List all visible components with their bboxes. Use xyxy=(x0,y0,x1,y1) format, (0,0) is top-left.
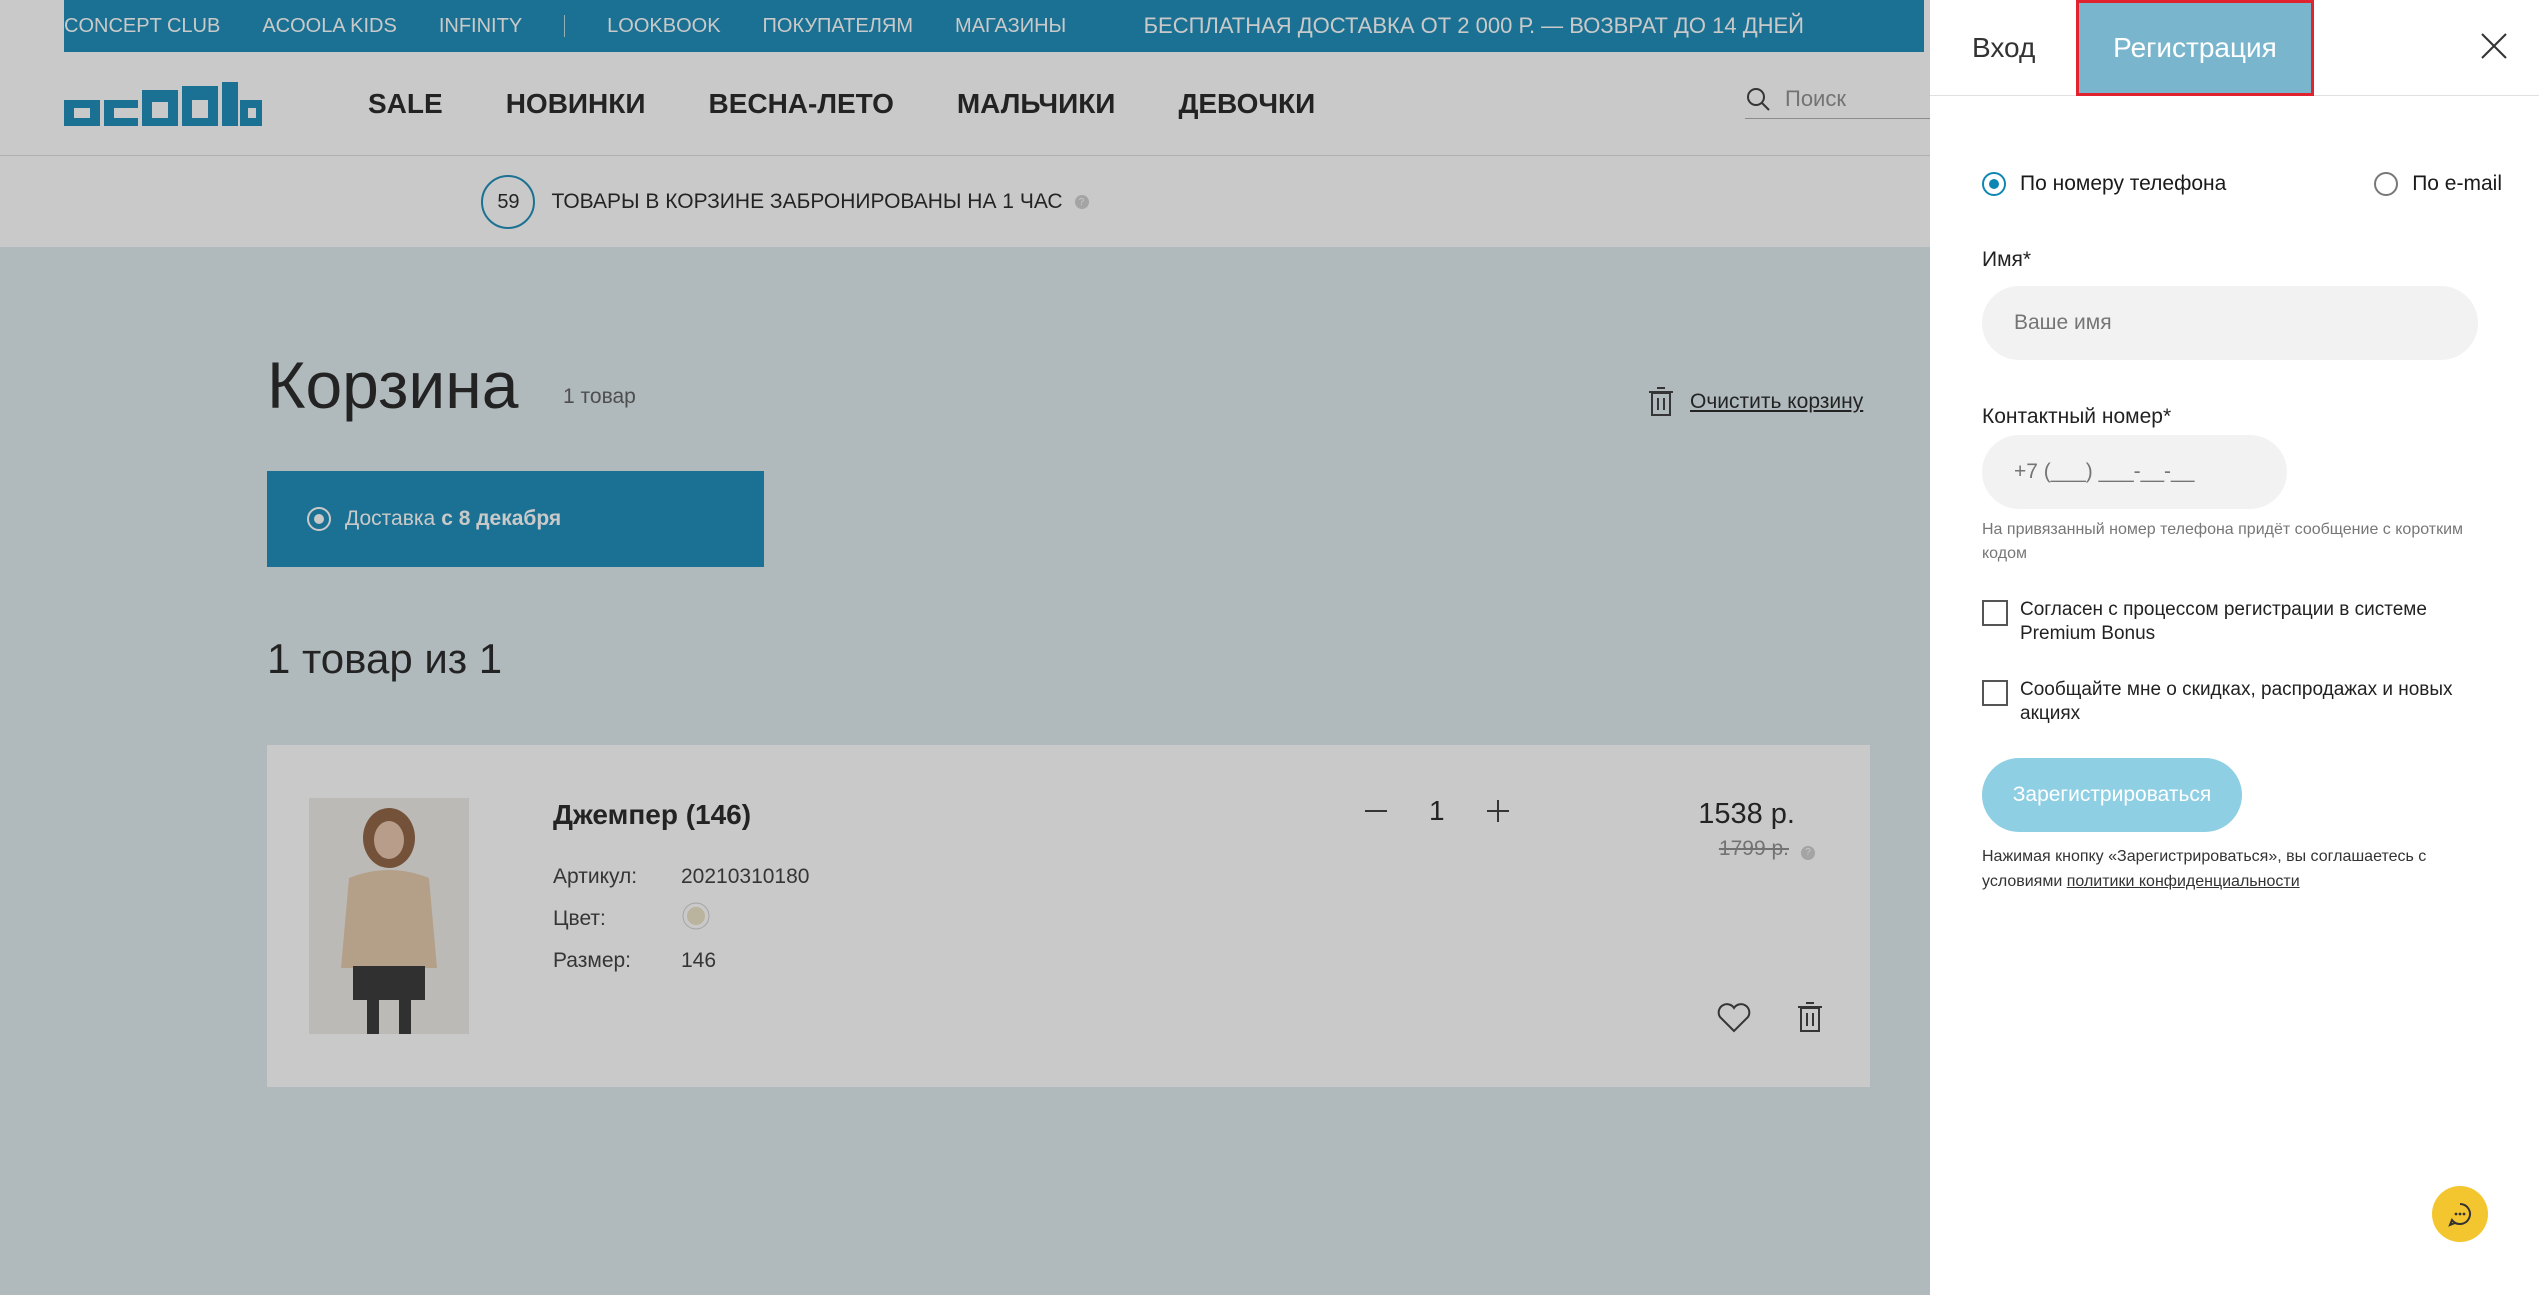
modal-backdrop[interactable] xyxy=(0,0,1930,1295)
premium-bonus-checkbox[interactable] xyxy=(1982,600,2008,626)
terms-text: Нажимая кнопку «Зарегистрироваться», вы … xyxy=(1982,844,2502,894)
premium-bonus-agreement[interactable]: Согласен с процессом регистрации в систе… xyxy=(1982,598,2502,646)
tab-login[interactable]: Вход xyxy=(1972,32,2035,64)
radio-email[interactable]: По e-mail xyxy=(2374,172,2502,196)
radio-email-label: По e-mail xyxy=(2412,172,2502,195)
radio-email-indicator[interactable] xyxy=(2374,172,2399,196)
phone-input[interactable] xyxy=(1982,435,2287,509)
newsletter-label: Сообщайте мне о скидках, распродажах и н… xyxy=(2020,679,2453,724)
register-button[interactable]: Зарегистрироваться xyxy=(1982,758,2242,832)
privacy-policy-link[interactable]: политики конфиденциальности xyxy=(2067,873,2300,890)
auth-panel: Вход Регистрация По номеру телефона По e… xyxy=(1930,0,2539,1295)
radio-phone-indicator[interactable] xyxy=(1982,172,2006,196)
auth-tabs: Вход Регистрация xyxy=(1930,0,2539,96)
radio-phone[interactable]: По номеру телефона xyxy=(1982,172,2226,196)
phone-label: Контактный номер* xyxy=(1982,405,2172,428)
close-icon[interactable] xyxy=(2480,32,2508,60)
premium-bonus-label: Согласен с процессом регистрации в систе… xyxy=(2020,599,2427,644)
radio-phone-label: По номеру телефона xyxy=(2020,172,2227,195)
newsletter-agreement[interactable]: Сообщайте мне о скидках, распродажах и н… xyxy=(1982,678,2502,726)
name-label: Имя* xyxy=(1982,248,2032,271)
newsletter-checkbox[interactable] xyxy=(1982,680,2008,706)
name-input[interactable] xyxy=(1982,286,2478,360)
phone-hint: На привязанный номер телефона придёт соо… xyxy=(1982,521,2464,562)
chat-icon xyxy=(2448,1203,2471,1227)
chat-button[interactable] xyxy=(2432,1186,2488,1242)
tab-register[interactable]: Регистрация xyxy=(2076,0,2314,96)
registration-method: По номеру телефона По e-mail xyxy=(1982,172,2502,196)
